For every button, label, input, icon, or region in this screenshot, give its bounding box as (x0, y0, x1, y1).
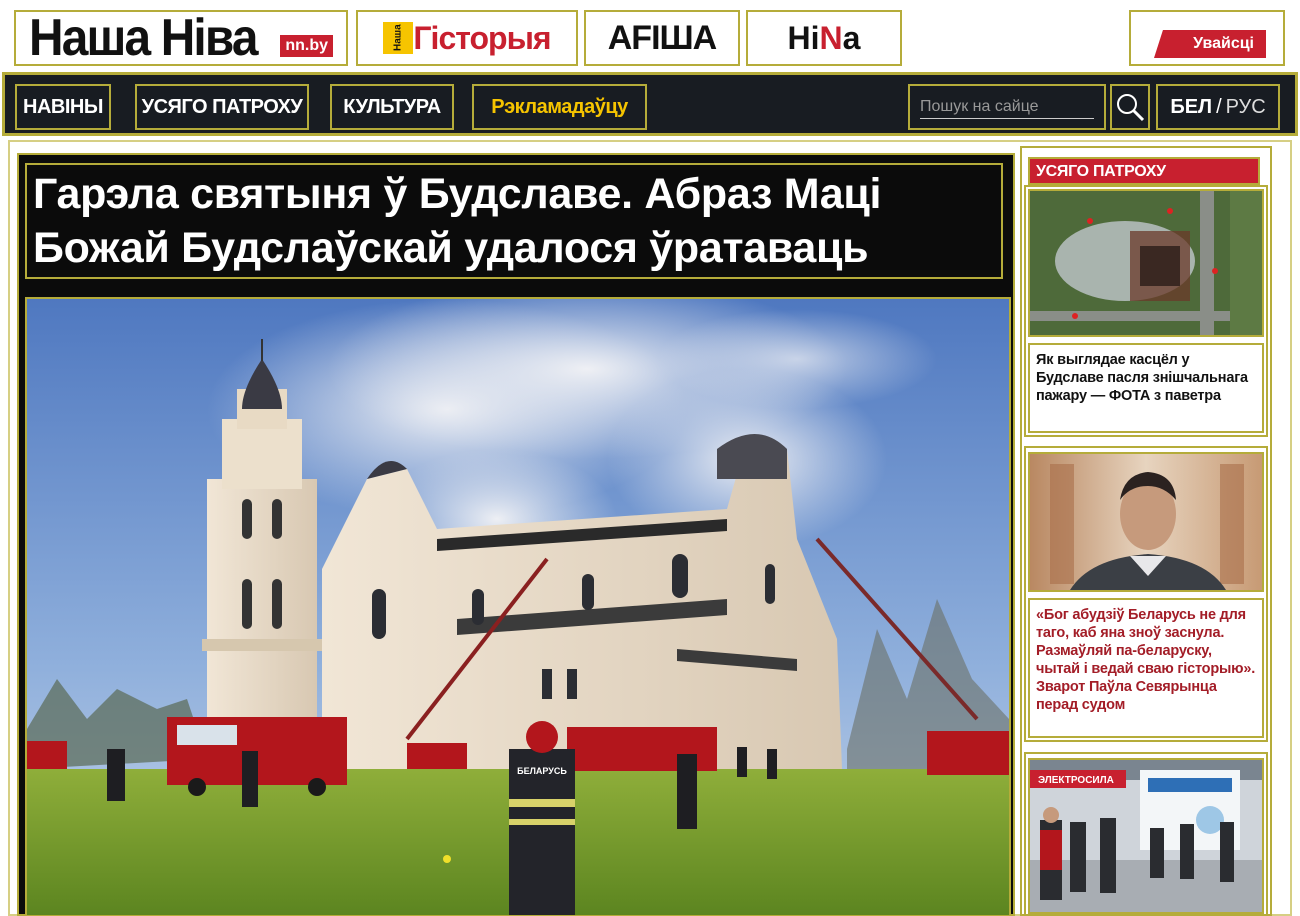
login-button[interactable]: Увайсці (1154, 30, 1266, 58)
main-nav: НАВІНЫ УСЯГО ПАТРОХУ КУЛЬТУРА Рэкламадаў… (2, 72, 1298, 136)
lang-bel[interactable]: БЕЛ (1170, 96, 1212, 119)
hina-link[interactable]: HiNa (746, 10, 902, 66)
card-2-image[interactable] (1028, 452, 1264, 592)
card-1-title[interactable]: Як выглядае касцёл у Будславе пасля зніш… (1028, 343, 1264, 433)
site-domain-badge: nn.by (280, 35, 334, 57)
article-headline[interactable]: Гарэла святыня ў Будславе. Абраз Маці Бо… (25, 163, 1003, 279)
lang-separator: / (1216, 95, 1222, 118)
afisha-logo: AFIША (607, 18, 717, 57)
history-tag: Наша (383, 22, 414, 54)
search-icon (1117, 94, 1145, 122)
vaccination-center-photo: ЭЛЕКТРОСИЛА (1030, 760, 1262, 912)
sidebar-card-3[interactable]: ЭЛЕКТРОСИЛА (1024, 752, 1268, 916)
nav-item-misc[interactable]: УСЯГО ПАТРОХУ (135, 84, 309, 130)
store-sign: ЭЛЕКТРОСИЛА (1038, 775, 1114, 786)
portrait-photo (1030, 454, 1262, 590)
card-2-title[interactable]: «Бог абудзіў Беларусь не для таго, каб я… (1028, 598, 1264, 738)
nav-item-culture[interactable]: КУЛЬТУРА (330, 84, 454, 130)
search-button[interactable] (1110, 84, 1150, 130)
nav-item-news[interactable]: НАВІНЫ (15, 84, 111, 130)
brand-bar: Наша Ніва nn.by Наша Гісторыя AFIША HiNa… (0, 0, 1300, 72)
afisha-link[interactable]: AFIША (584, 10, 740, 66)
card-3-image[interactable]: ЭЛЕКТРОСИЛА (1028, 758, 1264, 914)
hina-logo: HiNa (787, 19, 861, 56)
aerial-photo (1030, 191, 1262, 335)
site-logo-link[interactable]: Наша Ніва nn.by (14, 10, 348, 66)
search-input[interactable] (920, 95, 1094, 119)
language-switcher: БЕЛ / РУС (1156, 84, 1280, 130)
article-hero-image[interactable]: БЕЛАРУСЬ (25, 297, 1011, 916)
church-fire-photo: БЕЛАРУСЬ (27, 299, 1009, 915)
nav-item-advertisers[interactable]: Рэкламадаўцу (472, 84, 647, 130)
page: Наша Ніва nn.by Наша Гісторыя AFIША HiNa… (0, 0, 1300, 916)
site-logo: Наша Ніва (28, 9, 258, 67)
sidebar-card-2[interactable]: «Бог абудзіў Беларусь не для таго, каб я… (1024, 446, 1268, 742)
card-1-image[interactable] (1028, 189, 1264, 337)
main-article[interactable]: Гарэла святыня ў Будславе. Абраз Маці Бо… (17, 153, 1015, 916)
history-logo: Гісторыя (413, 19, 551, 56)
search-box (908, 84, 1106, 130)
vest-text: БЕЛАРУСЬ (517, 766, 567, 776)
history-link[interactable]: Наша Гісторыя (356, 10, 578, 66)
sidebar-section-label[interactable]: УСЯГО ПАТРОХУ (1028, 157, 1260, 185)
sidebar-card-1[interactable]: Як выглядае касцёл у Будславе пасля зніш… (1024, 185, 1268, 437)
lang-rus[interactable]: РУС (1226, 96, 1266, 119)
